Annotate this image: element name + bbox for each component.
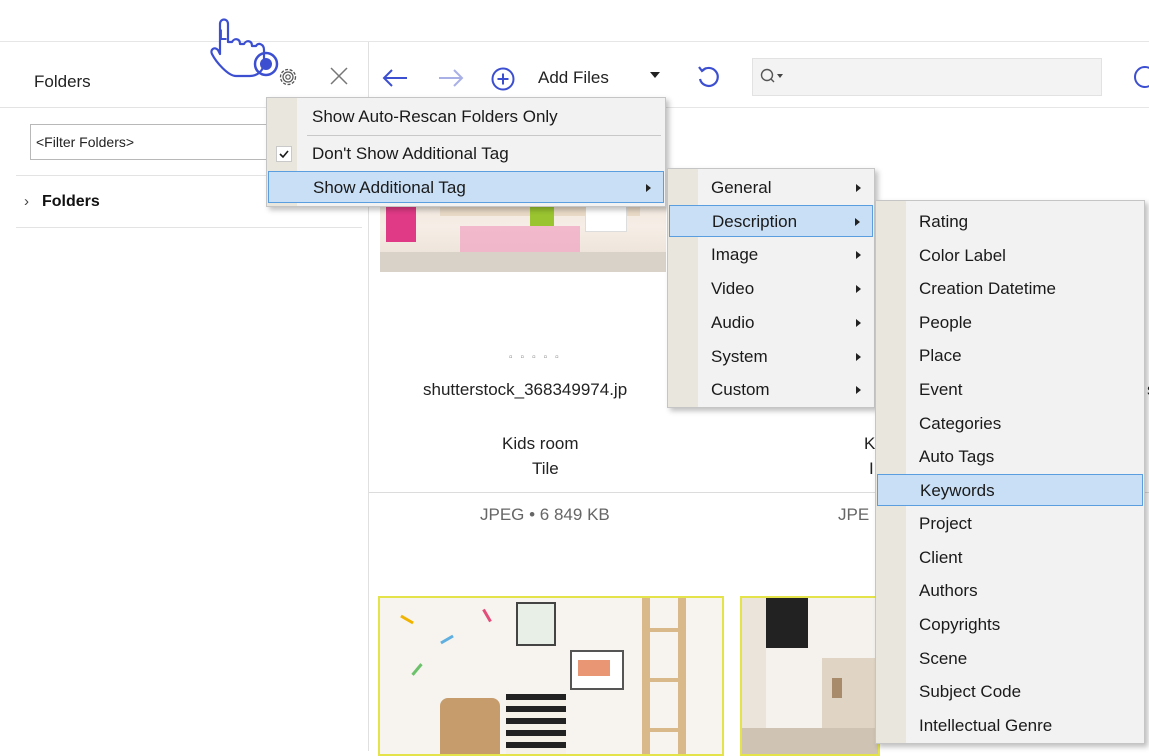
menu-item-dont-show-tag[interactable]: Don't Show Additional Tag	[268, 138, 664, 170]
menu-item-custom[interactable]: Custom	[669, 374, 873, 406]
forward-arrow-icon[interactable]	[436, 66, 466, 90]
menu-item-auto-tags[interactable]: Auto Tags	[877, 441, 1143, 473]
file-meta: JPE	[838, 505, 870, 524]
submenu-arrow-icon	[856, 319, 861, 327]
filter-placeholder: <Filter Folders>	[36, 134, 135, 150]
cursor-letter: L	[218, 28, 227, 44]
submenu-arrow-icon	[856, 285, 861, 293]
tag-category-submenu: General Description Image Video Audio Sy…	[667, 168, 875, 408]
file-thumbnail[interactable]	[380, 196, 666, 272]
panel-title: Folders	[34, 72, 91, 91]
menu-item-scene[interactable]: Scene	[877, 643, 1143, 675]
file-tag: Tile	[532, 459, 559, 478]
refresh-icon[interactable]	[694, 63, 722, 91]
hand-cursor-icon: L	[210, 18, 279, 78]
back-arrow-icon[interactable]	[380, 66, 410, 90]
submenu-arrow-icon	[856, 251, 861, 259]
top-strip	[0, 0, 1149, 42]
description-tags-submenu: Rating Color Label Creation Datetime Peo…	[875, 200, 1145, 744]
menu-item-project[interactable]: Project	[877, 508, 1143, 540]
menu-item-intellectual-genre[interactable]: Intellectual Genre	[877, 710, 1143, 742]
menu-item-show-additional-tag[interactable]: Show Additional Tag	[268, 171, 664, 203]
file-name[interactable]: shutterstock_368349974.jp	[423, 380, 627, 400]
submenu-arrow-icon	[856, 386, 861, 394]
menu-item-authors[interactable]: Authors	[877, 575, 1143, 607]
submenu-arrow-icon	[856, 184, 861, 192]
checkmark-icon	[276, 146, 292, 162]
menu-item-copyrights[interactable]: Copyrights	[877, 609, 1143, 641]
menu-item-event[interactable]: Event	[877, 374, 1143, 406]
submenu-arrow-icon	[646, 184, 651, 192]
search-input[interactable]	[752, 58, 1102, 96]
menu-item-show-auto-rescan[interactable]: Show Auto-Rescan Folders Only	[268, 101, 664, 133]
menu-item-system[interactable]: System	[669, 341, 873, 373]
menu-item-client[interactable]: Client	[877, 542, 1143, 574]
menu-item-categories[interactable]: Categories	[877, 408, 1143, 440]
file-tag: Kids room	[502, 434, 579, 453]
menu-item-audio[interactable]: Audio	[669, 307, 873, 339]
menu-item-keywords[interactable]: Keywords	[877, 474, 1143, 506]
tree-divider	[16, 227, 362, 228]
menu-item-general[interactable]: General	[669, 172, 873, 204]
menu-item-subject-code[interactable]: Subject Code	[877, 676, 1143, 708]
add-files-dropdown-icon[interactable]	[650, 72, 660, 78]
search-icon[interactable]	[758, 65, 788, 87]
menu-item-color-label[interactable]: Color Label	[877, 240, 1143, 272]
menu-item-people[interactable]: People	[877, 307, 1143, 339]
file-card-thumbnail[interactable]	[378, 596, 724, 756]
tree-item-folders[interactable]: Folders	[42, 193, 100, 211]
file-meta: JPEG • 6 849 KB	[480, 505, 610, 524]
menu-item-image[interactable]: Image	[669, 239, 873, 271]
submenu-arrow-icon	[856, 353, 861, 361]
submenu-arrow-icon	[855, 218, 860, 226]
file-tag: I	[869, 459, 874, 478]
menu-item-video[interactable]: Video	[669, 273, 873, 305]
menu-item-rating[interactable]: Rating	[877, 206, 1143, 238]
file-card-thumbnail[interactable]	[740, 596, 880, 756]
add-files-button[interactable]: Add Files	[538, 68, 609, 88]
chevron-right-icon[interactable]: ›	[24, 193, 29, 210]
settings-context-menu: Show Auto-Rescan Folders Only Don't Show…	[266, 97, 666, 207]
rating-dots[interactable]: ▫▫▫▫▫	[509, 352, 567, 363]
file-tag: K	[864, 434, 876, 453]
menu-item-place[interactable]: Place	[877, 340, 1143, 372]
menu-separator	[307, 135, 661, 136]
menu-item-creation-datetime[interactable]: Creation Datetime	[877, 273, 1143, 305]
close-icon[interactable]	[328, 65, 350, 87]
add-circle-icon[interactable]	[490, 66, 516, 92]
menu-item-description[interactable]: Description	[669, 205, 873, 237]
sync-icon[interactable]	[1125, 60, 1149, 94]
